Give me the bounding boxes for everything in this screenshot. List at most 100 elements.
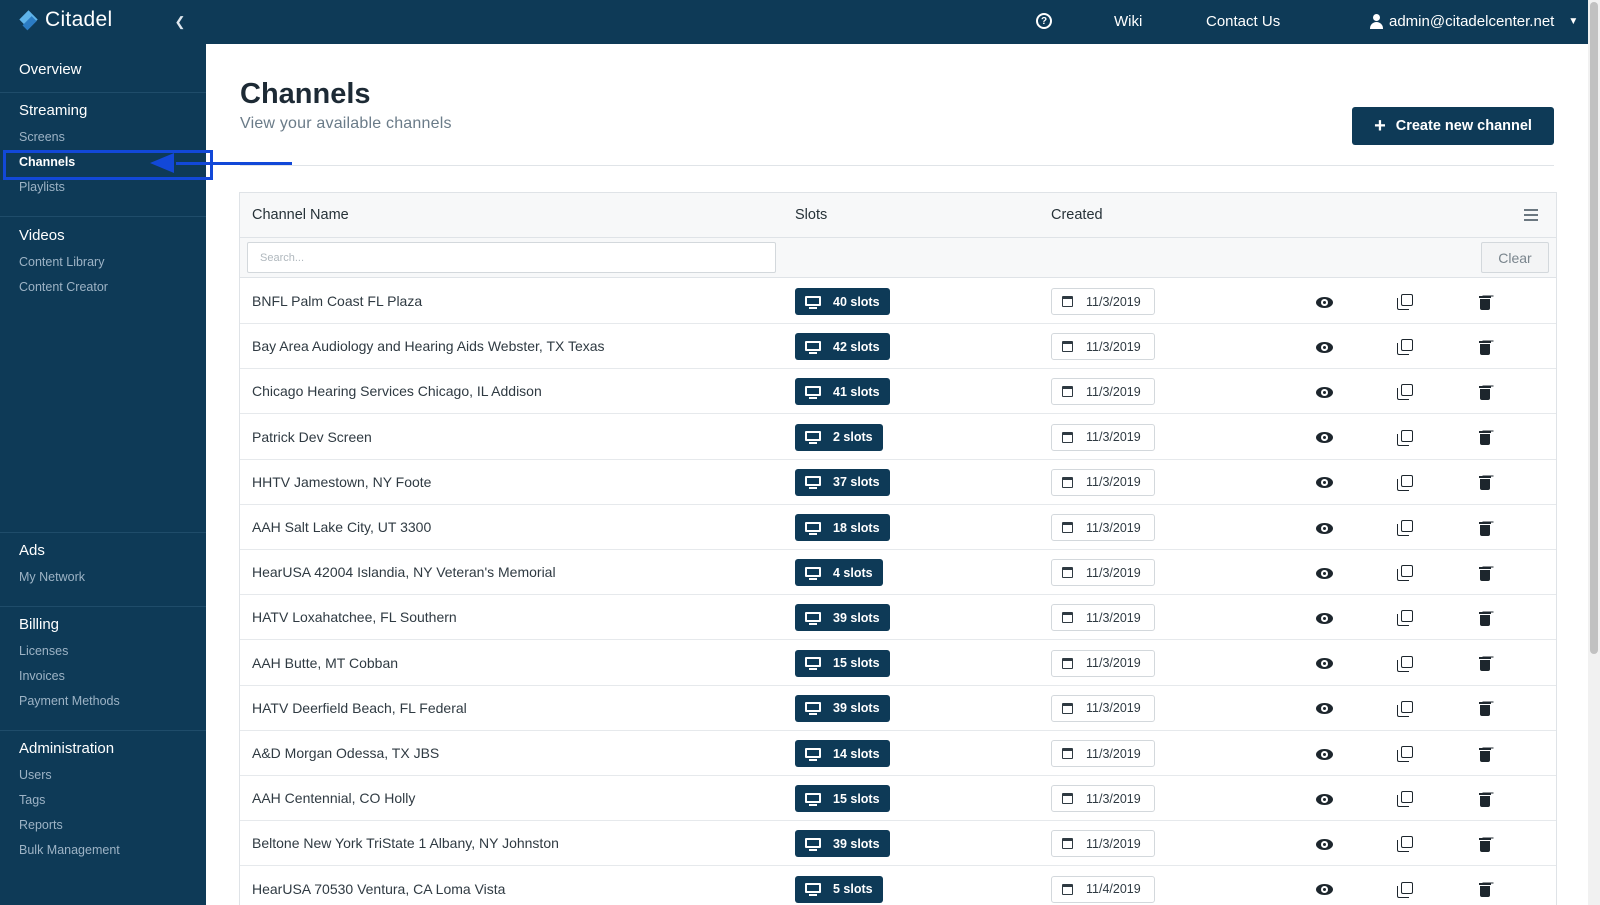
column-header-created[interactable]: Created [1051,207,1103,223]
table-row[interactable]: AAH Centennial, CO Holly 15 slots 11/3/201… [240,776,1556,822]
duplicate-button[interactable] [1393,787,1417,811]
duplicate-button[interactable] [1393,652,1417,676]
channel-name[interactable]: AAH Butte, MT Cobban [252,655,398,671]
channel-name[interactable]: HATV Deerfield Beach, FL Federal [252,700,467,716]
view-button[interactable] [1312,878,1336,902]
create-channel-button[interactable]: + Create new channel [1352,107,1554,145]
sidebar-item-tags[interactable]: Tags [19,793,45,807]
view-button[interactable] [1312,832,1336,856]
view-button[interactable] [1312,471,1336,495]
duplicate-button[interactable] [1393,290,1417,314]
search-input[interactable] [247,242,776,273]
slots-badge[interactable]: 41 slots [795,378,890,406]
sidebar-item-overview[interactable]: Overview [19,61,82,78]
wiki-link[interactable]: Wiki [1114,13,1142,30]
slots-badge[interactable]: 18 slots [795,514,890,541]
table-row[interactable]: HATV Loxahatchee, FL Southern 39 slots 11/… [240,595,1556,641]
sidebar-heading-billing[interactable]: Billing [19,616,59,633]
sidebar-item-screens[interactable]: Screens [19,130,65,144]
slots-badge[interactable]: 5 slots [795,875,883,903]
slots-badge[interactable]: 39 slots [795,830,890,858]
sidebar-heading-videos[interactable]: Videos [19,227,65,244]
duplicate-button[interactable] [1393,471,1417,495]
duplicate-button[interactable] [1393,516,1417,540]
question-circle-icon[interactable]: ? [1036,13,1052,29]
slots-badge[interactable]: 15 slots [795,649,890,677]
brand[interactable]: Citadel [19,8,112,32]
table-row[interactable]: HATV Deerfield Beach, FL Federal 39 slots… [240,685,1556,731]
delete-button[interactable] [1473,426,1497,450]
user-menu[interactable]: admin@citadelcenter.net ▼ [1370,13,1578,30]
sidebar-item-invoices[interactable]: Invoices [19,669,65,683]
table-row[interactable]: HearUSA 42004 Islandia, NY Veteran's Mem… [240,550,1556,596]
collapse-sidebar-button[interactable]: ❮ [168,11,192,33]
sidebar-item-playlists[interactable]: Playlists [19,180,65,194]
table-row[interactable]: Bay Area Audiology and Hearing Aids Webs… [240,324,1556,370]
delete-button[interactable] [1473,742,1497,766]
channel-name[interactable]: HATV Loxahatchee, FL Southern [252,609,457,625]
channel-name[interactable]: Bay Area Audiology and Hearing Aids Webs… [252,338,605,354]
table-row[interactable]: HearUSA 70530 Ventura, CA Loma Vista 5 sl… [240,866,1556,905]
sidebar-heading-streaming[interactable]: Streaming [19,102,87,119]
slots-badge[interactable]: 42 slots [795,333,890,361]
delete-button[interactable] [1473,561,1497,585]
view-button[interactable] [1312,742,1336,766]
channel-name[interactable]: HearUSA 70530 Ventura, CA Loma Vista [252,881,505,897]
sidebar-item-payment-methods[interactable]: Payment Methods [19,694,120,708]
column-header-channel-name[interactable]: Channel Name [252,207,349,223]
delete-button[interactable] [1473,516,1497,540]
duplicate-button[interactable] [1393,335,1417,359]
slots-badge[interactable]: 15 slots [795,785,890,813]
view-button[interactable] [1312,652,1336,676]
view-button[interactable] [1312,561,1336,585]
slots-badge[interactable]: 39 slots [795,604,890,632]
delete-button[interactable] [1473,878,1497,902]
duplicate-button[interactable] [1393,561,1417,585]
sidebar-heading-ads[interactable]: Ads [19,542,45,559]
sidebar-item-my-network[interactable]: My Network [19,570,85,584]
slots-badge[interactable]: 39 slots [795,694,890,722]
channel-name[interactable]: HearUSA 42004 Islandia, NY Veteran's Mem… [252,564,556,580]
delete-button[interactable] [1473,697,1497,721]
delete-button[interactable] [1473,652,1497,676]
view-button[interactable] [1312,697,1336,721]
delete-button[interactable] [1473,335,1497,359]
slots-badge[interactable]: 14 slots [795,740,890,767]
delete-button[interactable] [1473,290,1497,314]
duplicate-button[interactable] [1393,832,1417,856]
table-row[interactable]: AAH Butte, MT Cobban 15 slots 11/3/2019 [240,640,1556,686]
table-row[interactable]: A&D Morgan Odessa, TX JBS 14 slots 11/3/20… [240,731,1556,776]
view-button[interactable] [1312,606,1336,630]
column-header-slots[interactable]: Slots [795,207,827,223]
table-row[interactable]: BNFL Palm Coast FL Plaza 40 slots 11/3/201… [240,279,1556,324]
view-button[interactable] [1312,380,1336,404]
table-row[interactable]: Chicago Hearing Services Chicago, IL Add… [240,369,1556,415]
duplicate-button[interactable] [1393,697,1417,721]
duplicate-button[interactable] [1393,606,1417,630]
delete-button[interactable] [1473,787,1497,811]
sidebar-item-reports[interactable]: Reports [19,818,63,832]
duplicate-button[interactable] [1393,426,1417,450]
view-button[interactable] [1312,335,1336,359]
scrollbar-thumb[interactable] [1590,2,1598,654]
table-row[interactable]: AAH Salt Lake City, UT 3300 18 slots 11/3/… [240,505,1556,550]
channel-name[interactable]: Beltone New York TriState 1 Albany, NY J… [252,835,559,851]
channel-name[interactable]: Chicago Hearing Services Chicago, IL Add… [252,383,542,399]
delete-button[interactable] [1473,380,1497,404]
page-scrollbar[interactable] [1588,0,1600,905]
slots-badge[interactable]: 2 slots [795,423,883,451]
duplicate-button[interactable] [1393,878,1417,902]
duplicate-button[interactable] [1393,380,1417,404]
view-button[interactable] [1312,516,1336,540]
channel-name[interactable]: Patrick Dev Screen [252,429,372,445]
slots-badge[interactable]: 40 slots [795,288,890,315]
column-menu-icon[interactable] [1524,209,1538,221]
sidebar-item-licenses[interactable]: Licenses [19,644,68,658]
slots-badge[interactable]: 37 slots [795,468,890,496]
sidebar-item-content-creator[interactable]: Content Creator [19,280,108,294]
channel-name[interactable]: BNFL Palm Coast FL Plaza [252,293,422,309]
sidebar-item-content-library[interactable]: Content Library [19,255,104,269]
channel-name[interactable]: AAH Salt Lake City, UT 3300 [252,519,431,535]
table-row[interactable]: HHTV Jamestown, NY Foote 37 slots 11/3/201… [240,459,1556,505]
clear-button[interactable]: Clear [1481,242,1549,273]
